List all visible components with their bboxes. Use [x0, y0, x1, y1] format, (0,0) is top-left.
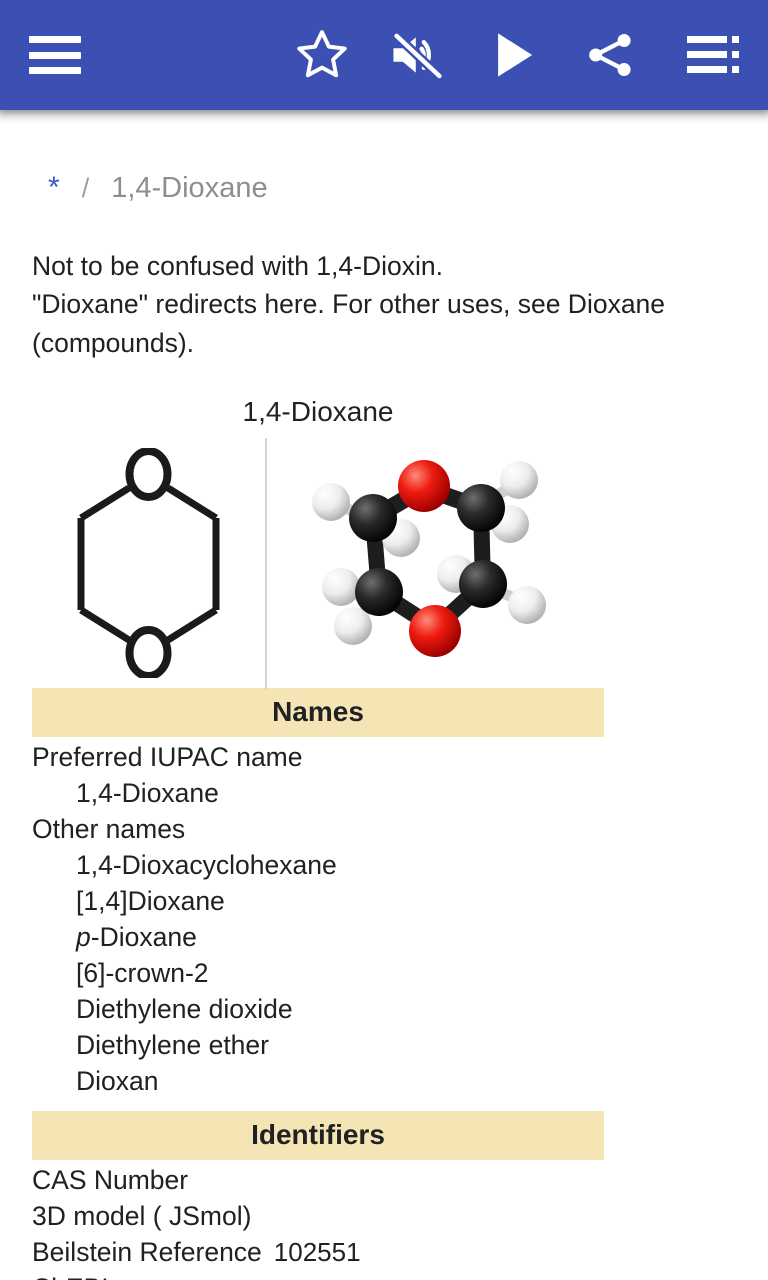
article-content: * / 1,4-Dioxane Not to be confused with … [0, 110, 768, 1280]
breadcrumb: * / 1,4-Dioxane [0, 110, 768, 205]
other-name-item: [6]-crown-2 [76, 958, 209, 989]
app-bar-shadow [0, 110, 768, 124]
share-button[interactable] [562, 0, 658, 110]
other-name-item: p-Dioxane [0, 917, 768, 953]
row-label-chebi[interactable]: ChEBI [32, 1273, 109, 1280]
menu-button[interactable] [0, 0, 110, 110]
row-beilstein-reference: Beilstein Reference 102551 [0, 1232, 768, 1268]
structure-image-divider [265, 438, 267, 691]
chembox-infobox: 1,4-Dioxane Names Preferred IUPAC name 1… [0, 396, 768, 1280]
section-header-identifiers: Identifiers [32, 1111, 604, 1161]
infobox-title: 1,4-Dioxane [242, 396, 394, 428]
hatnote-group: Not to be confused with 1,4-Dioxin. "Dio… [32, 247, 722, 362]
speaker-muted-icon [391, 31, 445, 81]
infobox-structure-images [32, 438, 604, 691]
italic-locant: p [76, 922, 91, 953]
other-name-item-rest: -Dioxane [90, 922, 197, 953]
ball-and-stick-model-image[interactable] [265, 438, 604, 688]
skeletal-formula-image[interactable] [32, 438, 265, 688]
row-value-preferred-iupac-name: 1,4-Dioxane [76, 778, 219, 809]
row-label-3d-model[interactable]: 3D model ( JSmol) [32, 1201, 251, 1231]
play-button[interactable] [466, 0, 562, 110]
ball-and-stick-molecule-icon [311, 459, 546, 657]
row-value-beilstein-reference: 102551 [273, 1237, 361, 1268]
watch-button[interactable] [274, 0, 370, 110]
share-icon [589, 33, 631, 77]
row-3d-model: 3D model ( JSmol) [0, 1196, 768, 1232]
row-label-beilstein-reference: Beilstein Reference [32, 1237, 262, 1268]
row-label-preferred-iupac-name: Preferred IUPAC name [32, 742, 303, 773]
section-header-names: Names [32, 688, 604, 738]
other-name-item: Diethylene dioxide [76, 994, 293, 1025]
other-name-item: [1,4]Dioxane [76, 886, 225, 917]
breadcrumb-current-page: 1,4-Dioxane [111, 172, 268, 204]
skeletal-formula-icon [77, 448, 220, 679]
play-icon [498, 33, 533, 77]
other-name-item: Dioxan [76, 1066, 159, 1097]
breadcrumb-separator: / [81, 173, 90, 203]
table-of-contents-icon [687, 36, 739, 74]
other-name-item: 1,4-Dioxacyclohexane [76, 850, 337, 881]
contents-button[interactable] [658, 0, 768, 110]
app-bar [0, 0, 768, 110]
hamburger-menu-icon [29, 36, 81, 74]
hatnote-redirect: "Dioxane" redirects here. For other uses… [32, 289, 673, 358]
mute-button[interactable] [370, 0, 466, 110]
row-cas-number: CAS Number [0, 1160, 768, 1196]
breadcrumb-home-link[interactable]: * [48, 173, 60, 203]
row-chebi: ChEBI [0, 1268, 768, 1280]
row-label-cas-number: CAS Number [32, 1165, 189, 1196]
other-name-item: Diethylene ether [76, 1030, 269, 1061]
hatnote-not-to-be-confused: Not to be confused with 1,4-Dioxin. [32, 251, 443, 281]
star-outline-icon [297, 30, 347, 78]
row-label-other-names: Other names [32, 814, 186, 845]
